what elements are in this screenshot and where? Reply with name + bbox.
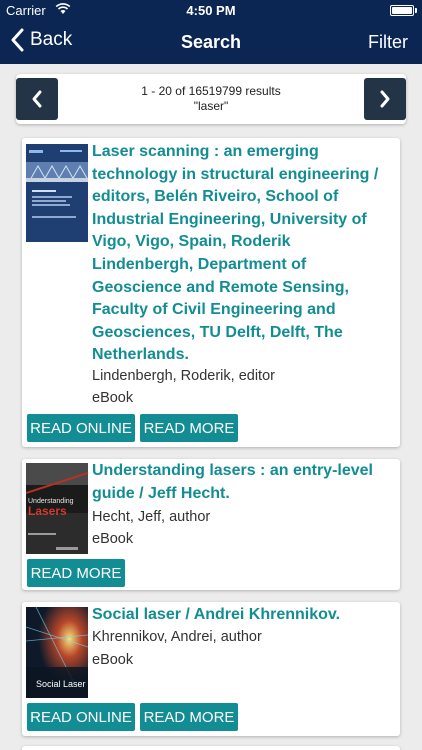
- page-title: Search: [180, 32, 242, 52]
- book-cover-image[interactable]: Social Laser: [26, 607, 88, 698]
- read-more-button[interactable]: READ MORE: [140, 414, 238, 442]
- results-summary: 1 - 20 of 16519799 results "laser": [66, 84, 356, 114]
- book-cover-image[interactable]: [26, 144, 88, 242]
- status-bar: Carrier 4:50 PM: [0, 0, 422, 20]
- read-more-button[interactable]: READ MORE: [140, 703, 238, 731]
- result-format: eBook: [92, 531, 134, 547]
- battery-tip-icon: [415, 8, 417, 13]
- filter-button[interactable]: Filter: [368, 32, 408, 53]
- read-online-button[interactable]: READ ONLINE: [27, 703, 135, 731]
- book-cover-image[interactable]: Understanding Lasers: [26, 463, 88, 554]
- result-author: Khrennikov, Andrei, author: [92, 629, 262, 645]
- next-page-button[interactable]: [364, 78, 406, 120]
- result-card: Social Laser Social laser / Andrei Khren…: [22, 602, 400, 736]
- chevron-left-icon: [32, 90, 42, 108]
- read-more-button[interactable]: READ MORE: [27, 559, 125, 587]
- result-author: Lindenbergh, Roderik, editor: [92, 368, 275, 384]
- cover-title: Social Laser: [36, 679, 86, 689]
- result-card: Understanding Lasers Understanding laser…: [22, 459, 400, 590]
- result-title[interactable]: Understanding lasers : an entry-level gu…: [92, 460, 392, 505]
- cover-title-line2: Lasers: [28, 504, 67, 518]
- result-card: Laser scanning : an emerging technology …: [22, 138, 400, 447]
- result-author: Hecht, Jeff, author: [92, 509, 211, 525]
- result-title[interactable]: Laser scanning : an emerging technology …: [92, 141, 392, 367]
- result-title[interactable]: Social laser / Andrei Khrennikov.: [92, 604, 392, 627]
- nav-bar: Back Search Filter: [0, 20, 422, 64]
- results-pager: 1 - 20 of 16519799 results "laser": [16, 74, 406, 124]
- read-online-button[interactable]: READ ONLINE: [27, 414, 135, 442]
- clock: 4:50 PM: [186, 3, 236, 18]
- result-format: eBook: [92, 390, 134, 406]
- chevron-right-icon: [380, 90, 390, 108]
- previous-page-button[interactable]: [16, 78, 58, 120]
- results-count: 1 - 20 of 16519799 results: [141, 84, 281, 98]
- battery-icon: [390, 5, 414, 16]
- result-card: [22, 746, 400, 750]
- result-format: eBook: [92, 652, 134, 668]
- search-query: "laser": [193, 99, 229, 113]
